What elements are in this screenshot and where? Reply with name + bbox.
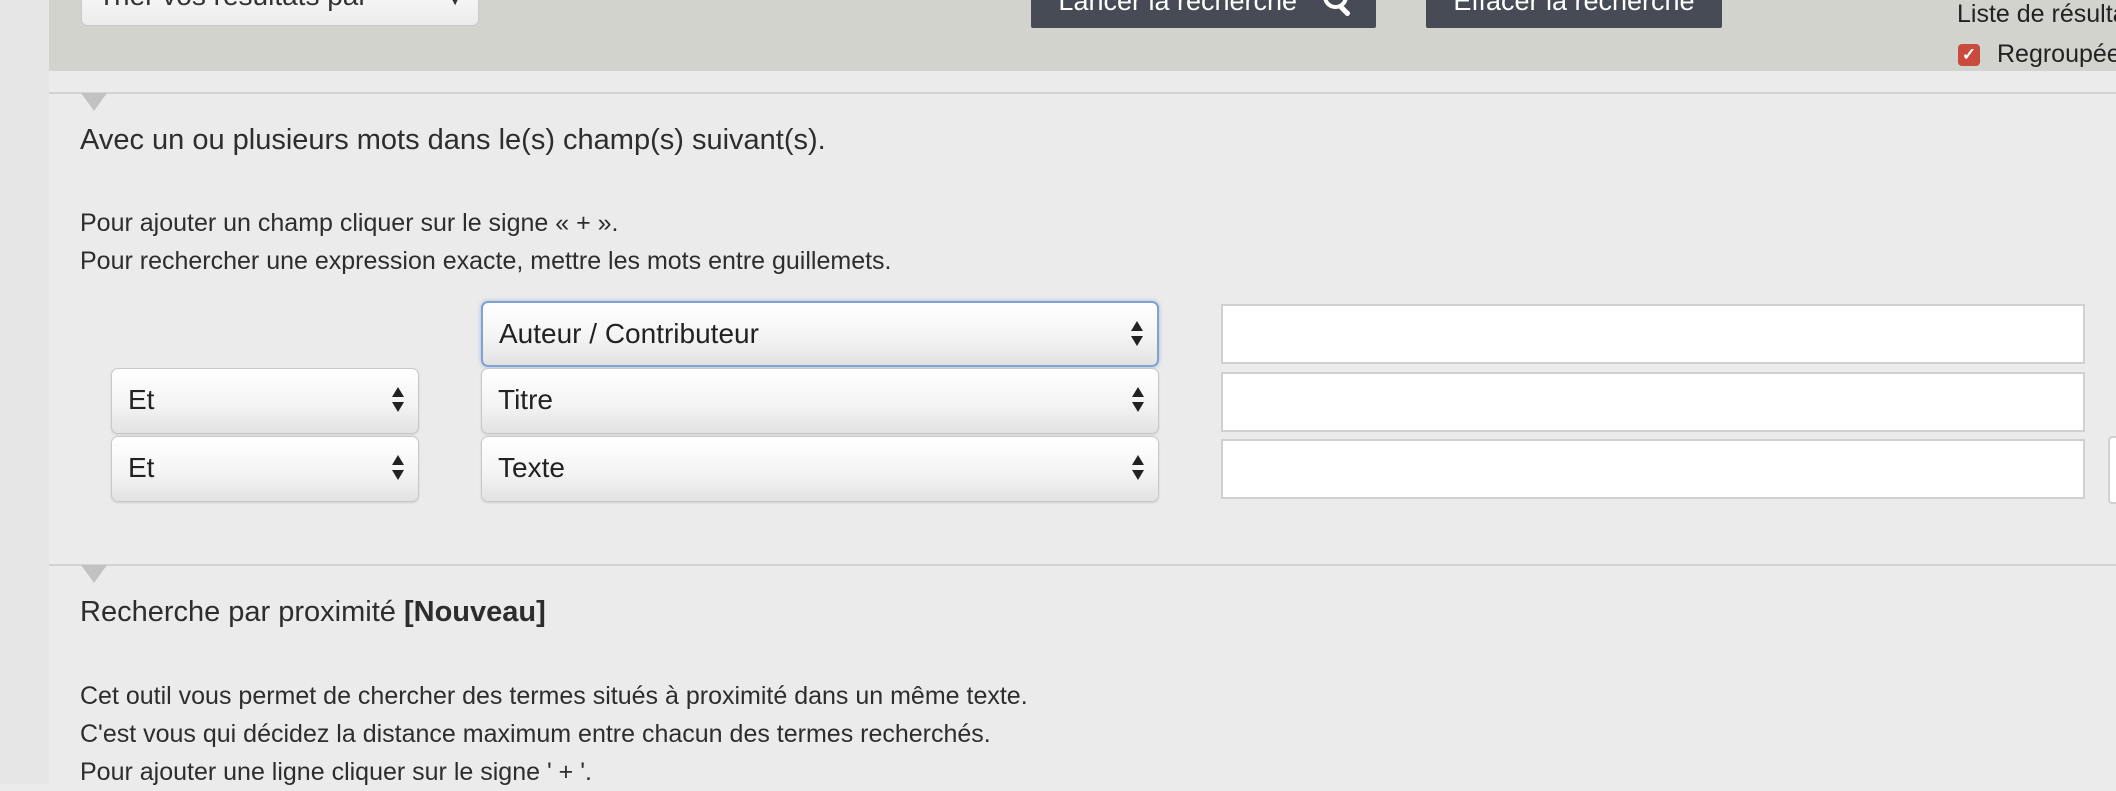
grouped-checkbox[interactable]: ✓ [1958,44,1980,66]
search-button-label: Lancer la recherche [1058,0,1298,16]
proximity-line-2: C'est vous qui décidez la distance maxim… [80,720,991,748]
clear-button-label: Effacer la recherche [1453,0,1695,16]
select-arrows-icon [392,455,404,483]
collapse-triangle-icon[interactable] [81,565,107,583]
field-select-value: Texte [498,452,565,483]
select-arrows-icon [1132,455,1144,483]
select-arrows-icon [392,387,404,415]
section-divider [49,92,2116,94]
field-select-row-1[interactable]: Auteur / Contributeur [481,301,1159,367]
sort-select-value: Trier vos résultats par [98,0,368,11]
select-arrows-icon [1132,387,1144,415]
operator-select-row-3[interactable]: Et [111,436,419,502]
operator-select-value: Et [128,452,155,483]
fields-help-line-1: Pour ajouter un champ cliquer sur le sig… [80,209,619,237]
new-badge: [Nouveau] [403,596,546,628]
add-field-button-partial[interactable] [2108,436,2116,504]
proximity-heading-text: Recherche par proximité [80,596,396,628]
field-select-value: Auteur / Contributeur [499,318,759,349]
grouped-label: Regroupée [1997,40,2116,68]
search-term-input-row-1[interactable] [1221,304,2085,364]
section-divider [49,564,2116,566]
search-button[interactable]: Lancer la recherche [1031,0,1376,28]
field-select-row-3[interactable]: Texte [481,436,1159,502]
clear-search-button[interactable]: Effacer la recherche [1426,0,1722,28]
search-icon [1322,0,1351,17]
chevron-down-icon: ▼ [448,0,462,8]
proximity-line-1: Cet outil vous permet de chercher des te… [80,682,1028,710]
search-term-input-row-2[interactable] [1221,372,2085,432]
proximity-line-3: Pour ajouter une ligne cliquer sur le si… [80,758,592,786]
operator-select-value: Et [128,384,155,415]
sort-results-select[interactable]: Trier vos résultats par ▼ [81,0,479,26]
field-select-row-2[interactable]: Titre [481,368,1159,434]
fields-help-line-2: Pour rechercher une expression exacte, m… [80,247,892,275]
field-select-value: Titre [498,384,553,415]
search-term-input-row-3[interactable] [1221,439,2085,499]
fields-section-heading: Avec un ou plusieurs mots dans le(s) cha… [80,124,826,156]
results-list-label: Liste de résulta [1957,0,2116,28]
proximity-section-heading: Recherche par proximité [Nouveau] [80,596,546,629]
left-gutter [0,0,49,784]
collapse-triangle-icon[interactable] [81,93,107,111]
select-arrows-icon [1131,321,1143,349]
operator-select-row-2[interactable]: Et [111,368,419,434]
